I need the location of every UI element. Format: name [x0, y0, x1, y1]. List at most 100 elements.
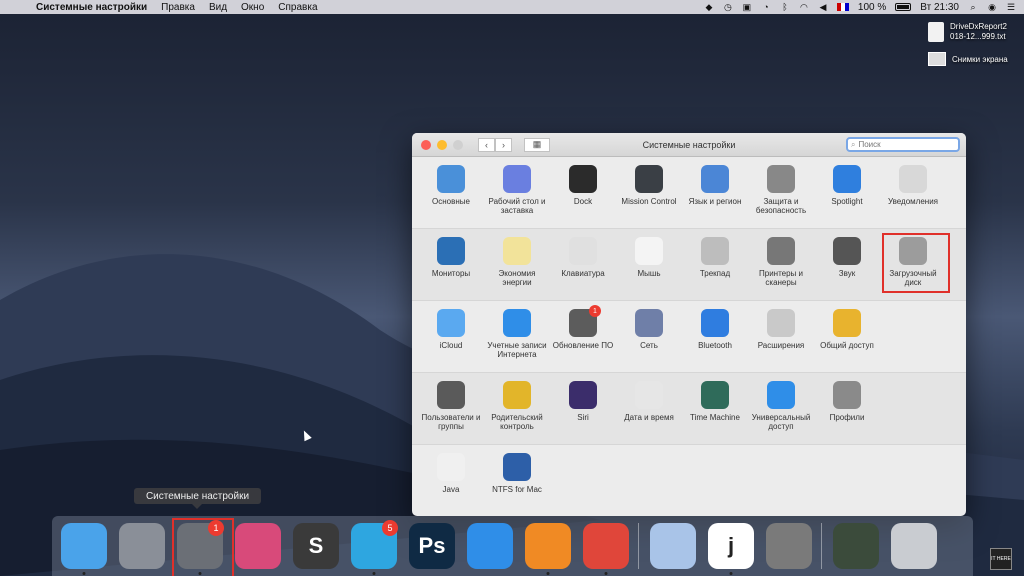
pane-sound[interactable]: Звук	[814, 229, 880, 300]
pane-startup-disk[interactable]: Загрузочный диск	[880, 229, 950, 300]
date-time-icon	[635, 381, 663, 409]
pane-displays[interactable]: Мониторы	[418, 229, 484, 300]
timemachine-menu-icon[interactable]: ◷	[723, 2, 733, 12]
dock: 1 S 5 Ps j	[52, 516, 973, 576]
battery-percent[interactable]: 100 %	[858, 2, 886, 13]
safari-icon	[467, 523, 513, 569]
menu-window[interactable]: Окно	[241, 2, 264, 13]
dock-app-safari[interactable]	[464, 520, 516, 572]
pane-label: Мышь	[637, 269, 661, 278]
pane-java[interactable]: Java	[418, 445, 484, 516]
update-badge: 1	[589, 305, 601, 317]
dock-app-finder[interactable]	[58, 520, 110, 575]
pane-profiles[interactable]: Профили	[814, 373, 880, 444]
ntfs-icon	[503, 453, 531, 481]
dock-app-joplin[interactable]: j	[705, 520, 757, 575]
clock[interactable]: Вт 21:30	[920, 2, 959, 13]
back-button[interactable]: ‹	[478, 137, 495, 152]
status-menu-icon[interactable]: ◔	[761, 2, 771, 12]
desktop-folder-screenshots[interactable]: Снимки экрана	[928, 52, 1008, 66]
pane-mouse[interactable]: Мышь	[616, 229, 682, 300]
pane-date-time[interactable]: Дата и время	[616, 373, 682, 444]
pane-security[interactable]: Защита и безопасность	[748, 157, 814, 228]
menu-view[interactable]: Вид	[209, 2, 227, 13]
pane-printers[interactable]: Принтеры и сканеры	[748, 229, 814, 300]
dock-app-airmail[interactable]	[522, 520, 574, 575]
dock-app-photo-booth[interactable]	[763, 520, 815, 572]
pane-label: Общий доступ	[820, 341, 874, 350]
menu-edit[interactable]: Правка	[161, 2, 195, 13]
input-source-flag-icon[interactable]	[836, 3, 849, 11]
pane-software-update[interactable]: 1 Обновление ПО	[550, 301, 616, 372]
pane-notifications[interactable]: Уведомления	[880, 157, 946, 228]
volume-icon[interactable]: ◀	[818, 2, 828, 12]
pane-network[interactable]: Сеть	[616, 301, 682, 372]
dock-app-final-cut[interactable]	[232, 520, 284, 572]
bluetooth-menu-icon[interactable]: ᛒ	[780, 2, 790, 12]
pane-desktop[interactable]: Рабочий стол и заставка	[484, 157, 550, 228]
dock-app-trash[interactable]	[888, 520, 940, 572]
pane-ntfs[interactable]: NTFS for Mac	[484, 445, 550, 516]
pane-sharing[interactable]: Общий доступ	[814, 301, 880, 372]
pane-dock[interactable]: Dock	[550, 157, 616, 228]
pane-label: iCloud	[439, 341, 463, 350]
pane-spotlight[interactable]: Spotlight	[814, 157, 880, 228]
running-indicator	[729, 572, 733, 575]
dock-app-photoshop[interactable]: Ps	[406, 520, 458, 572]
dock-app-launchpad[interactable]	[116, 520, 168, 572]
pane-time-machine[interactable]: Time Machine	[682, 373, 748, 444]
menu-help[interactable]: Справка	[278, 2, 317, 13]
dock-app-system-preferences[interactable]: 1	[172, 518, 234, 576]
dropbox-icon[interactable]: ◆	[704, 2, 714, 12]
running-indicator	[546, 572, 550, 575]
pane-parental[interactable]: Родительский контроль	[484, 373, 550, 444]
launchpad-icon	[119, 523, 165, 569]
siri-menu-icon[interactable]: ◉	[987, 2, 997, 12]
pane-trackpad[interactable]: Трекпад	[682, 229, 748, 300]
pane-label: Мониторы	[431, 269, 471, 278]
forward-button[interactable]: ›	[495, 137, 512, 152]
preference-row: Пользователи и группы Родительский контро…	[412, 373, 966, 445]
pane-keyboard[interactable]: Клавиатура	[550, 229, 616, 300]
search-field[interactable]: ⌕	[846, 137, 960, 152]
search-input[interactable]	[858, 140, 949, 149]
pane-label: Сеть	[640, 341, 658, 350]
pane-bluetooth[interactable]: Bluetooth	[682, 301, 748, 372]
desktop-file-drivedx[interactable]: DriveDxReport2 018-12...999.txt	[928, 22, 1007, 42]
wifi-icon[interactable]: ◠	[799, 2, 809, 12]
pane-label: Bluetooth	[698, 341, 732, 350]
dock-app-telegram[interactable]: 5	[348, 520, 400, 575]
pane-language[interactable]: Язык и регион	[682, 157, 748, 228]
minimize-button[interactable]	[437, 139, 447, 150]
pane-users[interactable]: Пользователи и группы	[418, 373, 484, 444]
spotlight-menu-icon[interactable]: ⌕	[968, 2, 978, 12]
dock-app-chrome[interactable]	[580, 520, 632, 575]
dock-app-keychain[interactable]	[647, 520, 699, 572]
pane-internet-accounts[interactable]: Учетные записи Интернета	[484, 301, 550, 372]
dock-app-sublime[interactable]: S	[290, 520, 342, 572]
pane-label: Spotlight	[831, 197, 863, 206]
dock-app-activity-monitor[interactable]	[830, 520, 882, 572]
battery-icon[interactable]	[895, 3, 912, 11]
pane-general[interactable]: Основные	[418, 157, 484, 228]
keychain-icon	[650, 523, 696, 569]
notes-menu-icon[interactable]: ▣	[742, 2, 752, 12]
system-preferences-icon	[177, 523, 223, 569]
preference-row: Мониторы Экономия энергии Клавиатура Мышь Тр…	[412, 229, 966, 301]
close-button[interactable]	[421, 139, 431, 150]
zoom-button[interactable]	[453, 139, 463, 150]
window-titlebar[interactable]: ‹ › ▦ Системные настройки ⌕	[412, 133, 966, 157]
menu-app-name[interactable]: Системные настройки	[36, 2, 147, 13]
pane-icloud[interactable]: iCloud	[418, 301, 484, 372]
pane-accessibility[interactable]: Универсальный доступ	[748, 373, 814, 444]
running-indicator	[82, 572, 86, 575]
pane-label: NTFS for Mac	[492, 485, 542, 494]
show-all-button[interactable]: ▦	[524, 137, 550, 152]
notification-center-icon[interactable]: ☰	[1006, 2, 1016, 12]
preference-row: iCloud Учетные записи Интернета 1 Обновлени…	[412, 301, 966, 373]
dock-tooltip: Системные настройки	[134, 488, 261, 509]
pane-energy[interactable]: Экономия энергии	[484, 229, 550, 300]
pane-extensions[interactable]: Расширения	[748, 301, 814, 372]
pane-mission-control[interactable]: Mission Control	[616, 157, 682, 228]
pane-siri[interactable]: Siri	[550, 373, 616, 444]
